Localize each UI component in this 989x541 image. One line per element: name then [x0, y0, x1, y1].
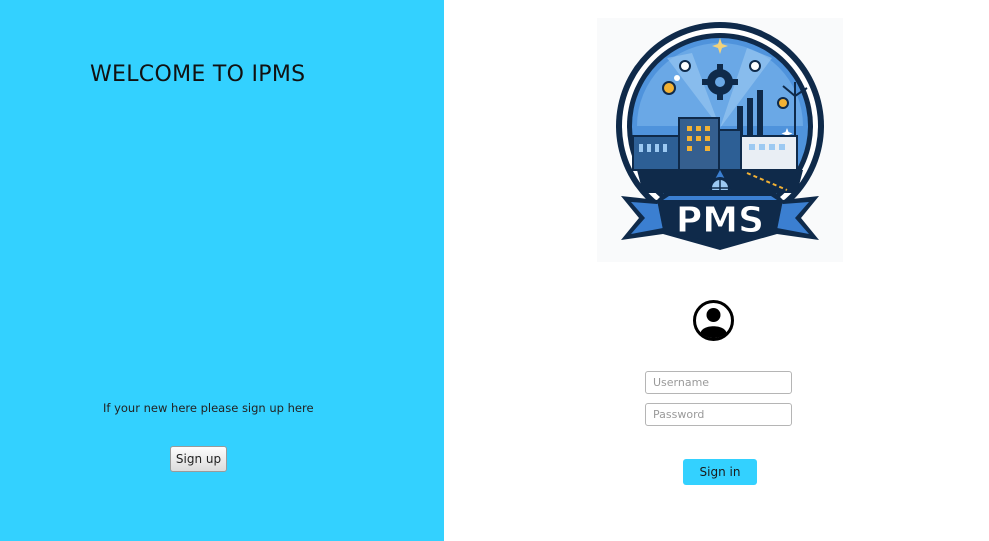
signup-hint-text: If your new here please sign up here [103, 401, 314, 415]
signup-button[interactable]: Sign up [170, 446, 227, 472]
logo-text: PMS [676, 200, 764, 241]
welcome-panel: WELCOME TO IPMS If your new here please … [0, 0, 444, 541]
factory-logo-icon: PMS [616, 22, 824, 250]
app-logo: PMS [597, 18, 843, 262]
login-window: WELCOME TO IPMS If your new here please … [0, 0, 989, 541]
welcome-title: WELCOME TO IPMS [90, 62, 306, 87]
signin-button[interactable]: Sign in [683, 459, 757, 485]
username-field[interactable] [645, 371, 792, 394]
user-avatar-icon [692, 299, 735, 342]
password-field[interactable] [645, 403, 792, 426]
login-panel: PMS Sign in [444, 0, 989, 541]
